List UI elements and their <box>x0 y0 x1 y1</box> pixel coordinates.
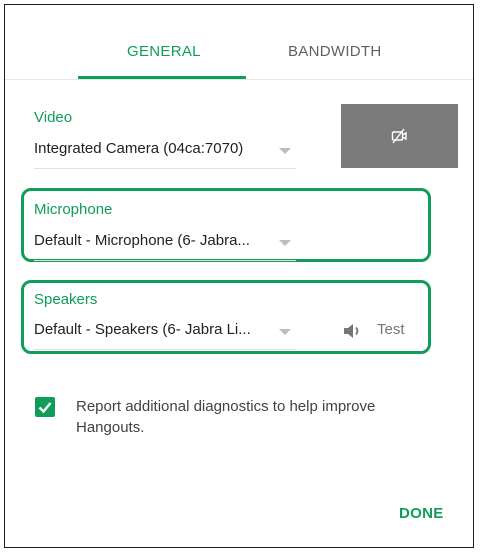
camera-off-icon <box>391 128 407 144</box>
video-label: Video <box>34 109 73 126</box>
speakers-select-value: Default - Speakers (6- Jabra Li... <box>34 321 251 338</box>
chevron-down-icon <box>279 240 291 246</box>
diagnostics-label: Report additional diagnostics to help im… <box>76 398 376 436</box>
diagnostics-checkbox[interactable] <box>35 397 55 417</box>
checkmark-icon <box>38 402 52 414</box>
video-preview[interactable] <box>341 104 458 168</box>
chevron-down-icon <box>279 148 291 154</box>
microphone-select-value: Default - Microphone (6- Jabra... <box>34 232 250 249</box>
active-tab-indicator <box>78 76 246 79</box>
speakers-select[interactable]: Default - Speakers (6- Jabra Li... <box>34 315 296 350</box>
test-label: Test <box>377 321 405 338</box>
done-button[interactable]: DONE <box>399 505 444 522</box>
tab-general[interactable]: GENERAL <box>127 43 201 60</box>
tab-bandwidth[interactable]: BANDWIDTH <box>288 43 382 60</box>
video-select[interactable]: Integrated Camera (04ca:7070) <box>34 134 296 169</box>
tab-bar: GENERAL BANDWIDTH <box>5 5 473 80</box>
speaker-icon <box>344 324 359 338</box>
video-select-value: Integrated Camera (04ca:7070) <box>34 140 244 157</box>
speakers-label: Speakers <box>34 291 98 308</box>
microphone-select[interactable]: Default - Microphone (6- Jabra... <box>34 226 296 261</box>
settings-dialog: GENERAL BANDWIDTH Video Integrated Camer… <box>4 4 474 548</box>
microphone-label: Microphone <box>34 201 113 218</box>
chevron-down-icon <box>279 329 291 335</box>
